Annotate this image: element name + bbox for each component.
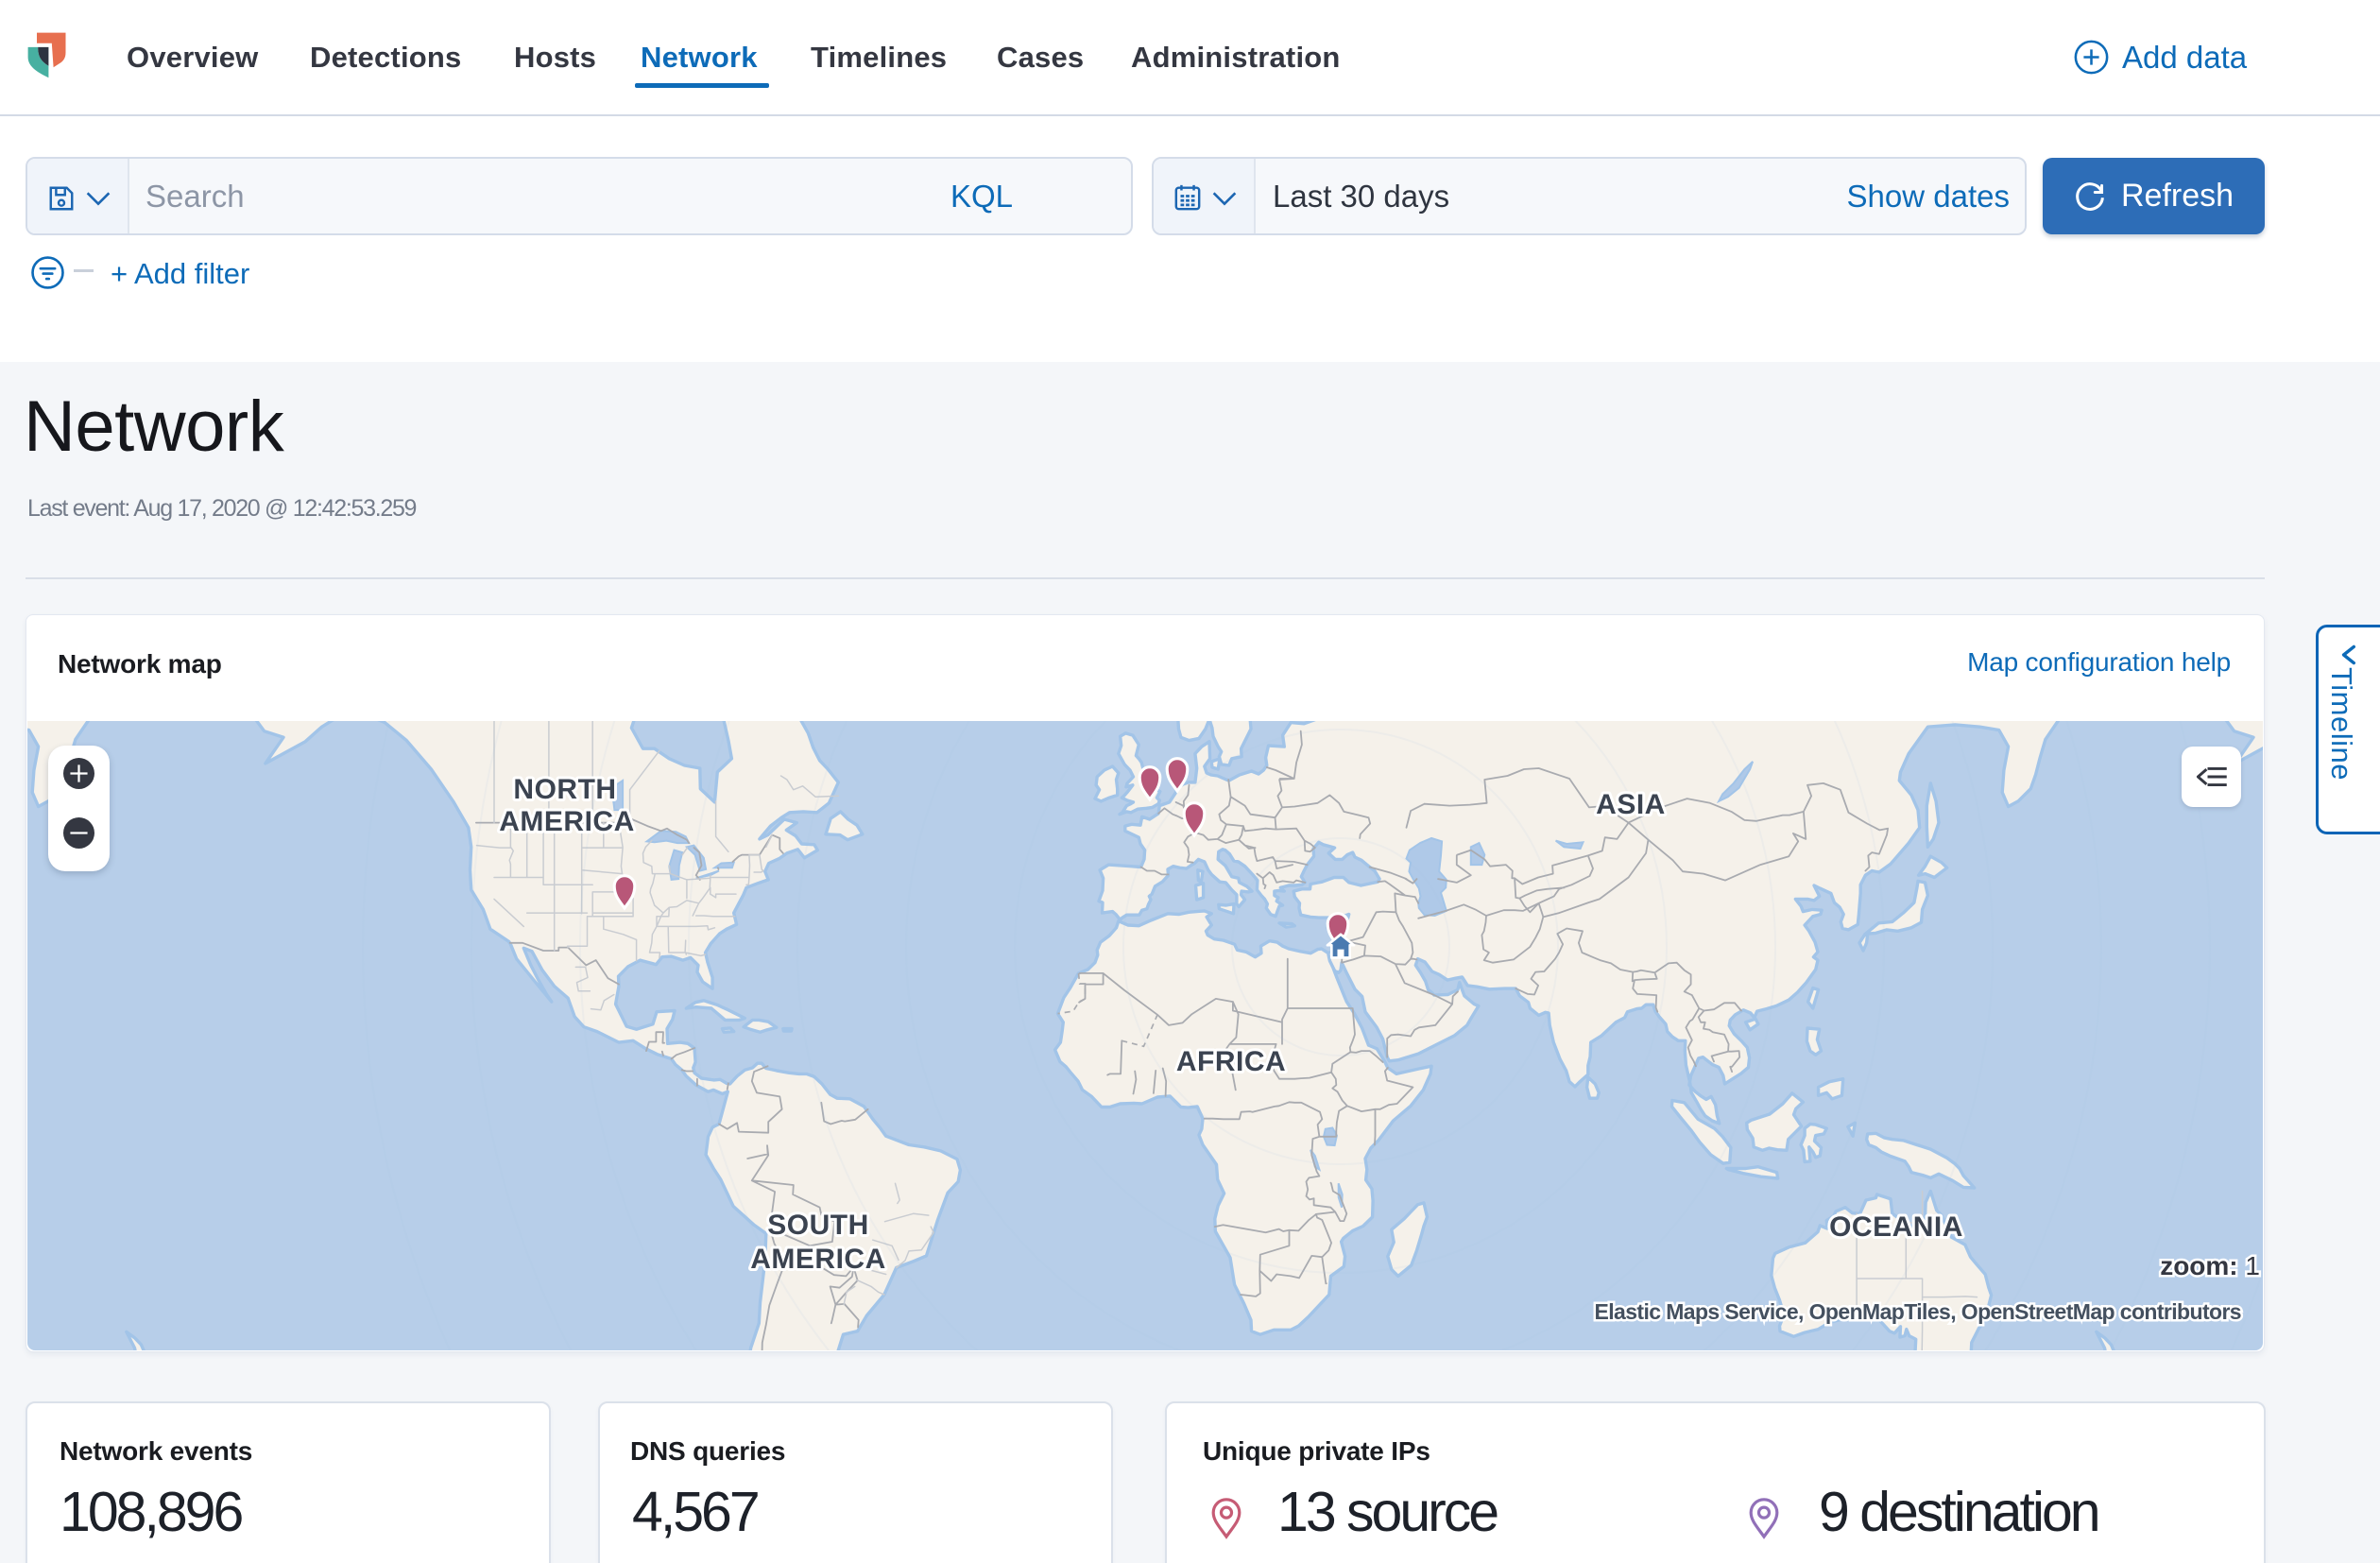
svg-text:NORTH: NORTH	[513, 774, 616, 805]
svg-text:OCEANIA: OCEANIA	[1829, 1211, 1963, 1243]
svg-text:AFRICA: AFRICA	[1176, 1046, 1286, 1077]
svg-text:AMERICA: AMERICA	[499, 806, 635, 837]
svg-text:Elastic Maps Service, OpenMapT: Elastic Maps Service, OpenMapTiles, Open…	[1594, 1299, 2241, 1324]
svg-text:ASIA: ASIA	[1596, 789, 1666, 820]
svg-text:zoom: 1: zoom: 1	[2160, 1251, 2260, 1280]
svg-text:AMERICA: AMERICA	[750, 1244, 886, 1275]
svg-text:SOUTH: SOUTH	[767, 1210, 869, 1241]
